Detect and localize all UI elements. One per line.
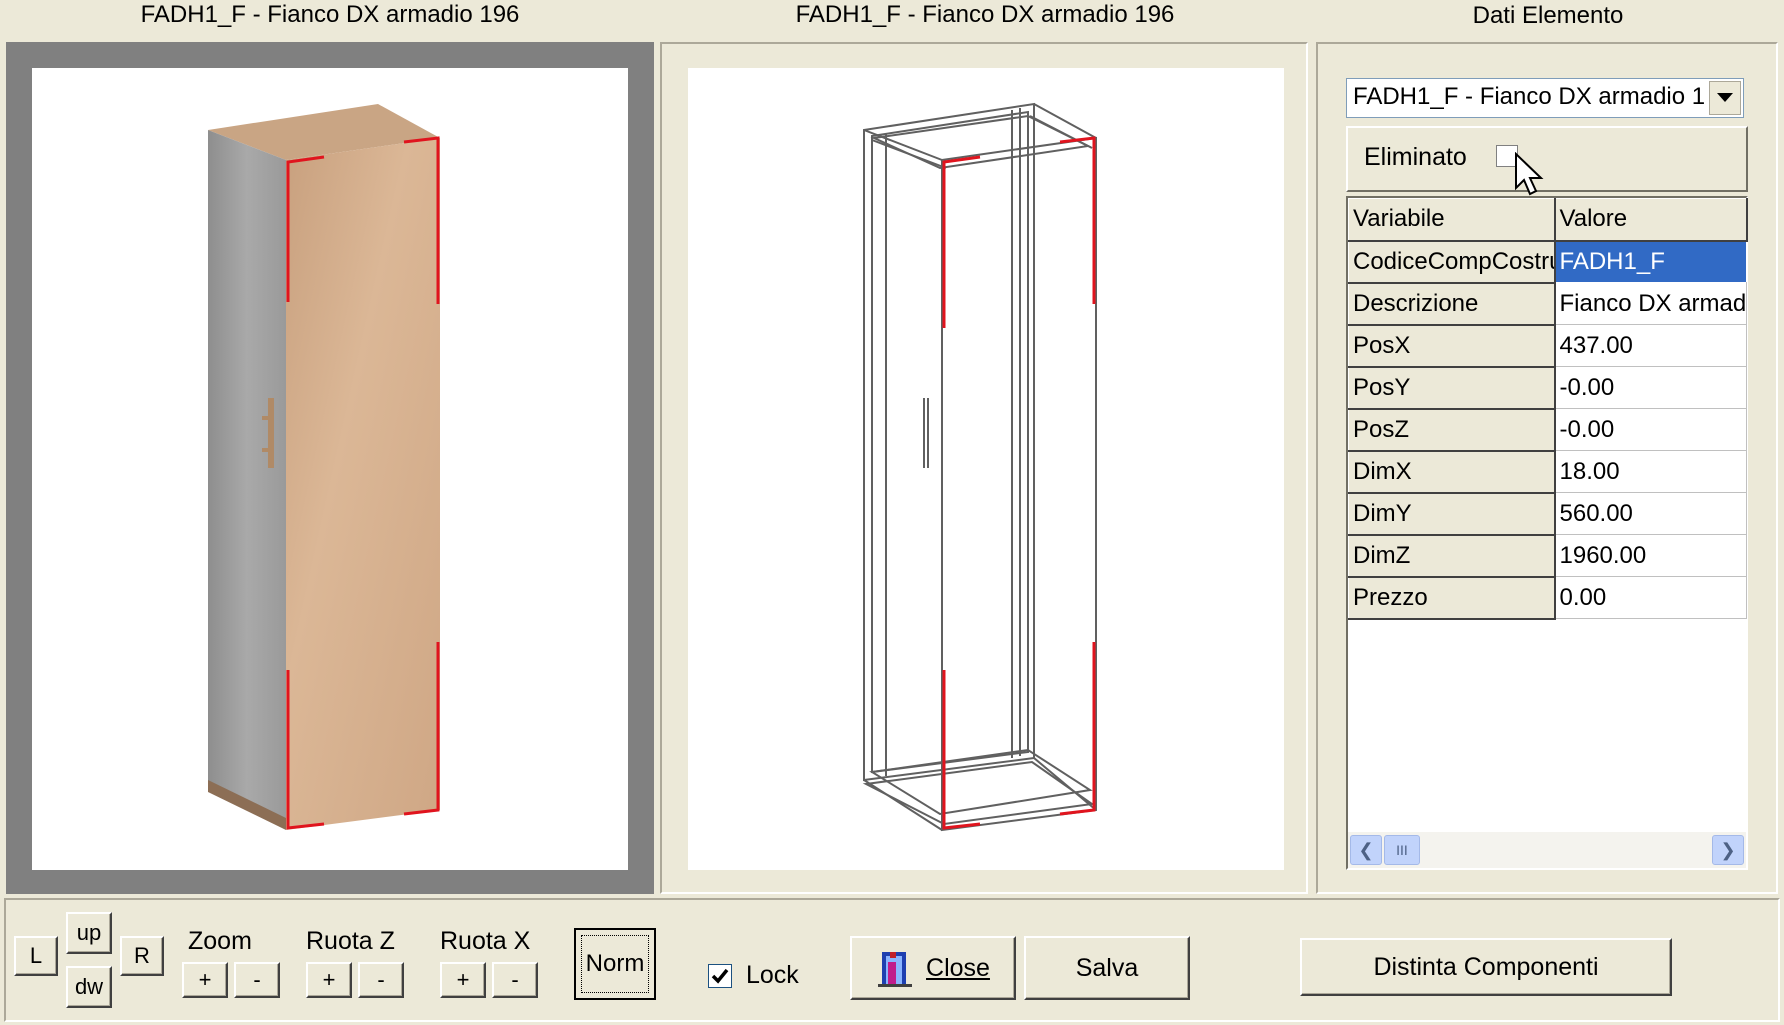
- element-selector[interactable]: FADH1_F - Fianco DX armadio 1: [1346, 78, 1744, 118]
- exit-door-icon: [878, 952, 913, 987]
- column-header-variable[interactable]: Variabile: [1348, 198, 1556, 242]
- close-button-label: Close: [926, 953, 990, 982]
- zoom-out-button[interactable]: -: [234, 962, 280, 998]
- scroll-right-icon[interactable]: ❯: [1712, 835, 1744, 865]
- deleted-label: Eliminato: [1364, 143, 1467, 171]
- value-cell[interactable]: 437.00: [1554, 324, 1747, 367]
- view-up-button[interactable]: up: [66, 912, 112, 954]
- value-cell[interactable]: FADH1_F: [1554, 240, 1747, 283]
- lock-checkbox[interactable]: [708, 964, 732, 988]
- rotate-z-minus-button[interactable]: -: [358, 962, 404, 998]
- rotate-z-label: Ruota Z: [306, 927, 395, 955]
- zoom-label: Zoom: [188, 927, 252, 955]
- rotate-z-plus-button[interactable]: +: [306, 962, 352, 998]
- close-button[interactable]: Close: [850, 936, 1016, 1000]
- rotate-x-plus-button[interactable]: +: [440, 962, 486, 998]
- view-down-button[interactable]: dw: [66, 966, 112, 1008]
- variable-cell: DimZ: [1348, 534, 1556, 578]
- wardrobe-wireframe-render: [862, 102, 1097, 832]
- value-cell[interactable]: Fianco DX armad: [1554, 282, 1747, 325]
- table-row[interactable]: CodiceCompCostru FADH1_F: [1348, 240, 1747, 284]
- scrollbar-thumb[interactable]: III: [1384, 835, 1420, 865]
- middle-panel-title: FADH1_F - Fianco DX armadio 196: [795, 1, 1175, 28]
- table-row[interactable]: Descrizione Fianco DX armad: [1348, 282, 1747, 326]
- variable-cell: DimX: [1348, 450, 1556, 494]
- wireframe-viewport[interactable]: [688, 68, 1284, 870]
- mouse-pointer-icon: [1515, 152, 1544, 196]
- variable-cell: Prezzo: [1348, 576, 1556, 620]
- chevron-down-icon[interactable]: [1709, 81, 1741, 115]
- table-row[interactable]: PosZ -0.00: [1348, 408, 1747, 452]
- lock-label: Lock: [746, 961, 799, 989]
- table-row[interactable]: DimX 18.00: [1348, 450, 1747, 494]
- variable-cell: PosX: [1348, 324, 1556, 368]
- variable-cell: PosY: [1348, 366, 1556, 410]
- value-cell[interactable]: -0.00: [1554, 366, 1747, 409]
- checkmark-icon: [711, 968, 729, 984]
- table-row[interactable]: PosY -0.00: [1348, 366, 1747, 410]
- value-cell[interactable]: 0.00: [1554, 576, 1747, 619]
- scroll-left-icon[interactable]: ❮: [1350, 835, 1382, 865]
- right-panel-title: Dati Elemento: [1472, 2, 1624, 29]
- variables-grid[interactable]: Variabile Valore CodiceCompCostru FADH1_…: [1346, 196, 1748, 870]
- table-row[interactable]: PosX 437.00: [1348, 324, 1747, 368]
- variables-table: Variabile Valore CodiceCompCostru FADH1_…: [1348, 198, 1748, 620]
- zoom-in-button[interactable]: +: [182, 962, 228, 998]
- value-cell[interactable]: 1960.00: [1554, 534, 1747, 577]
- wardrobe-solid-render: [208, 104, 440, 830]
- components-list-button[interactable]: Distinta Componenti: [1300, 938, 1672, 996]
- element-selector-value: FADH1_F - Fianco DX armadio 1: [1353, 83, 1706, 110]
- value-cell[interactable]: 18.00: [1554, 450, 1747, 493]
- norm-button[interactable]: Norm: [574, 928, 656, 1000]
- value-cell[interactable]: 560.00: [1554, 492, 1747, 535]
- horizontal-scrollbar[interactable]: ❮ III ❯: [1348, 832, 1746, 868]
- rotate-x-label: Ruota X: [440, 927, 531, 955]
- save-button[interactable]: Salva: [1024, 936, 1190, 1000]
- norm-focus-border: [581, 935, 649, 993]
- rotate-x-minus-button[interactable]: -: [492, 962, 538, 998]
- variable-cell: DimY: [1348, 492, 1556, 536]
- table-row[interactable]: Prezzo 0.00: [1348, 576, 1747, 620]
- variable-cell: Descrizione: [1348, 282, 1556, 326]
- table-row[interactable]: DimZ 1960.00: [1348, 534, 1747, 578]
- value-cell[interactable]: -0.00: [1554, 408, 1747, 451]
- view-right-button[interactable]: R: [120, 936, 164, 976]
- variable-cell: PosZ: [1348, 408, 1556, 452]
- rendered-viewport[interactable]: [32, 68, 628, 870]
- variable-cell: CodiceCompCostru: [1348, 240, 1556, 284]
- left-panel-title: FADH1_F - Fianco DX armadio 196: [140, 1, 520, 28]
- table-row[interactable]: DimY 560.00: [1348, 492, 1747, 536]
- column-header-value[interactable]: Valore: [1554, 198, 1748, 242]
- view-left-button[interactable]: L: [14, 936, 58, 976]
